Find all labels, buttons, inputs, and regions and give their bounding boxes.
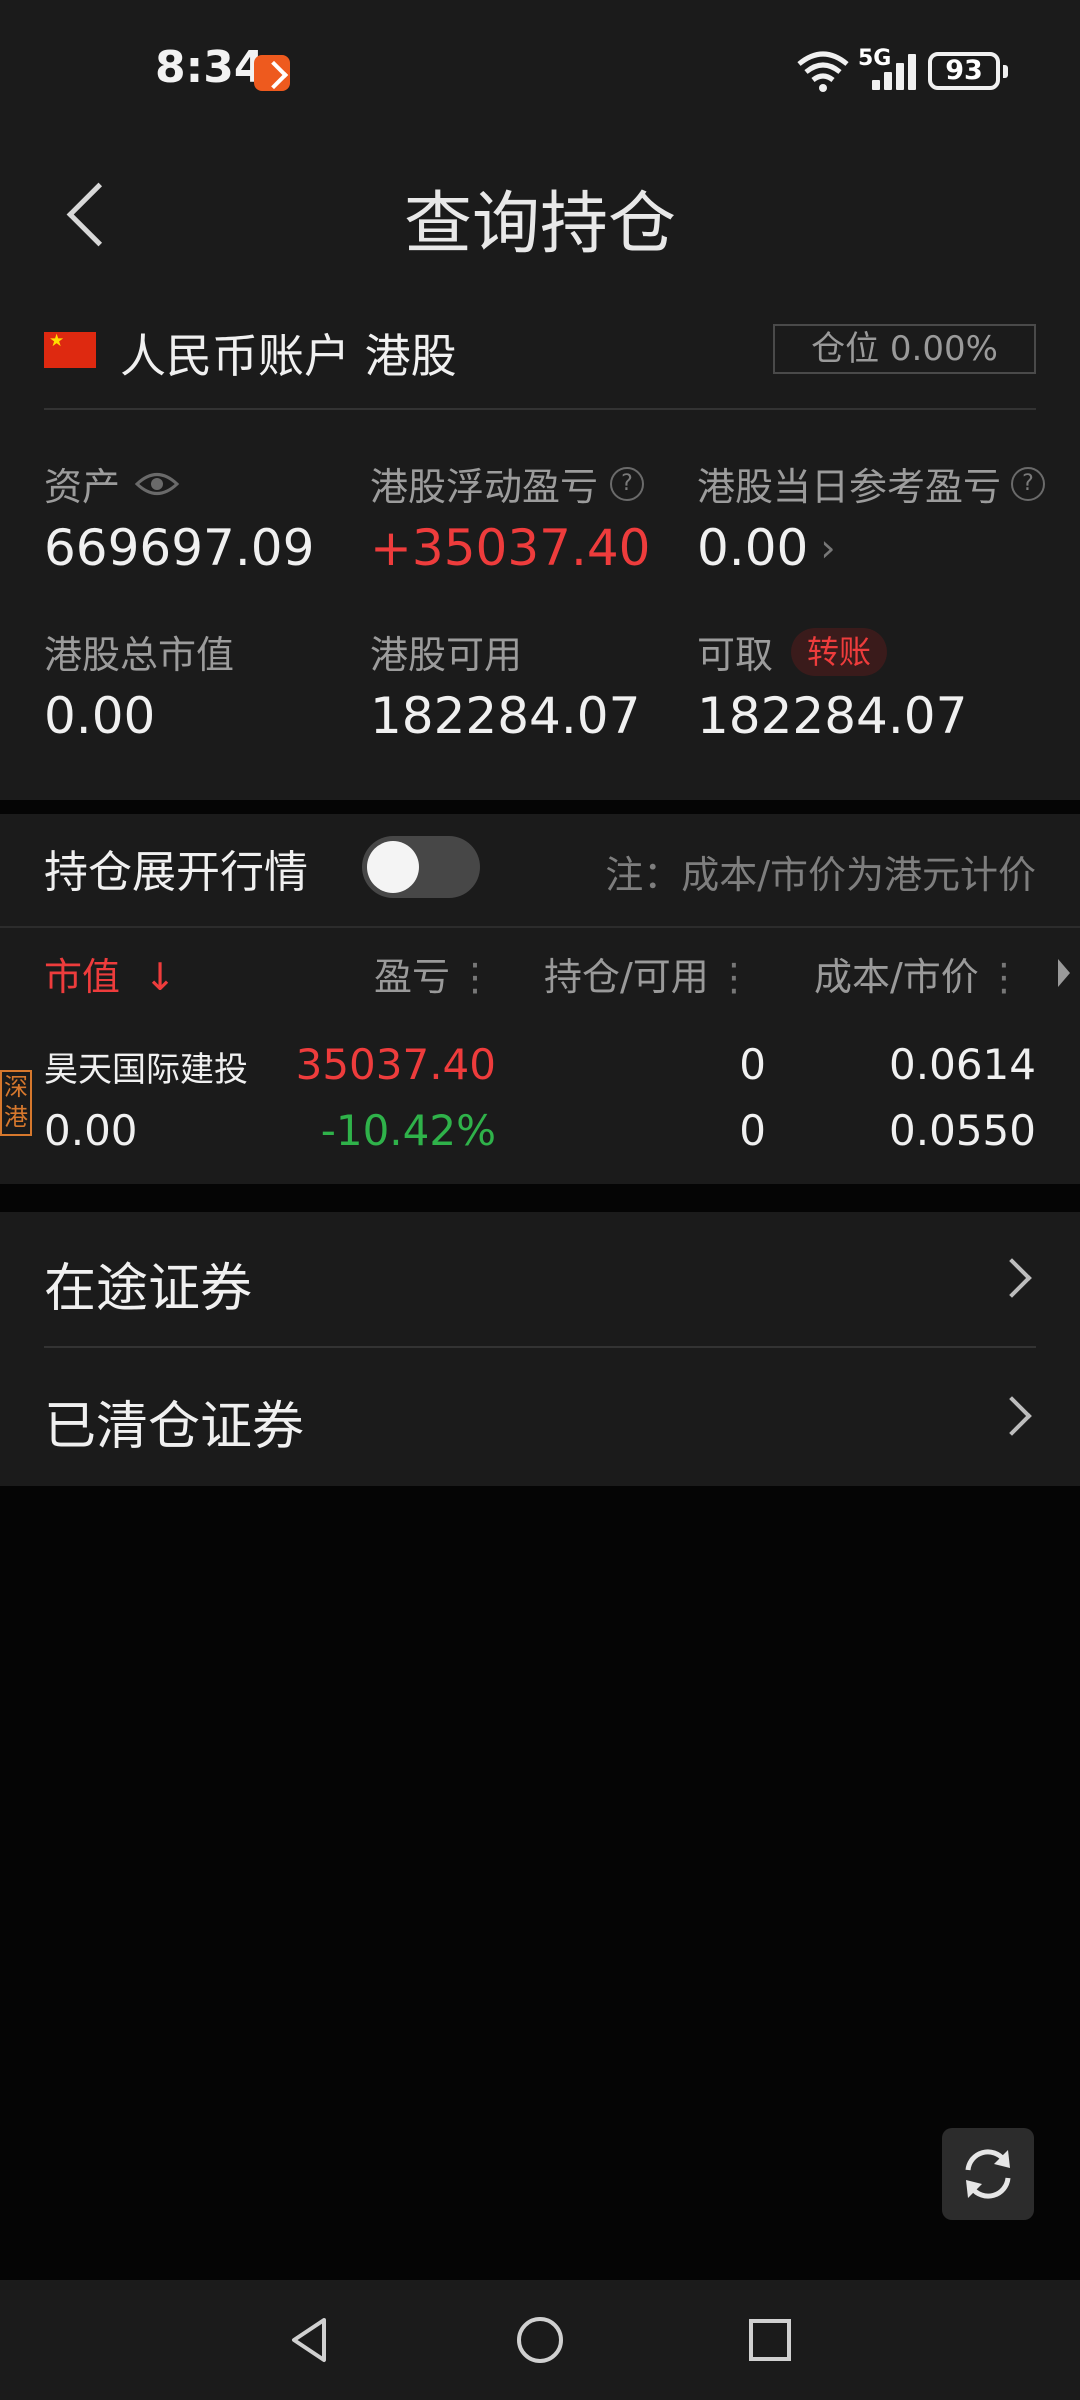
nav-home-icon[interactable]: [510, 2310, 570, 2370]
market-tag: 深港: [0, 1070, 32, 1136]
stock-profit-loss-pct: -10.42%: [320, 1106, 496, 1155]
status-time: 8:34: [155, 42, 265, 93]
chevron-right-small-icon: ›: [820, 526, 836, 570]
list-item-label: 已清仓证券: [44, 1397, 305, 1457]
available-value: 182284.07: [370, 687, 641, 745]
page-title: 查询持仓: [403, 185, 676, 264]
column-holding-available[interactable]: 持仓/可用 ⋮: [544, 946, 753, 1001]
expand-quotes-toggle[interactable]: [362, 836, 480, 898]
stock-holding: 0: [739, 1040, 766, 1089]
column-cost-price[interactable]: 成本/市价 ⋮: [814, 946, 1023, 1001]
expand-quotes-label: 持仓展开行情: [44, 847, 308, 898]
nav-recents-icon[interactable]: [740, 2310, 800, 2370]
stock-market-value: 0.00: [44, 1106, 138, 1155]
transfer-button[interactable]: 转账: [791, 627, 888, 676]
daily-pl-label: 港股当日参考盈亏: [697, 465, 1002, 509]
signal-icon: [872, 52, 918, 90]
float-pl-stat: 港股浮动盈亏 ? +35037.40: [370, 456, 650, 577]
list-item-in-transit[interactable]: 在途证券: [0, 1212, 1080, 1348]
withdrawable-label: 可取: [697, 633, 774, 677]
divider: [0, 926, 1080, 928]
divider: [44, 408, 1036, 410]
list-item-label: 在途证券: [44, 1259, 253, 1319]
daily-pl-stat[interactable]: 港股当日参考盈亏 ? 0.00 ›: [697, 456, 1046, 577]
china-flag-icon: [44, 332, 96, 368]
column-market-value[interactable]: 市值 ↓: [44, 946, 176, 1001]
stock-name[interactable]: 昊天国际建投: [44, 1042, 248, 1091]
refresh-button[interactable]: [942, 2128, 1034, 2220]
position-badge: 仓位 0.00%: [773, 324, 1036, 374]
float-pl-label: 港股浮动盈亏: [370, 465, 599, 509]
list-item-cleared[interactable]: 已清仓证券: [0, 1350, 1080, 1486]
system-nav-bar: [0, 2280, 1080, 2400]
more-icon: ⋮: [456, 955, 495, 999]
account-name[interactable]: 人民币账户 港股: [120, 320, 457, 386]
withdrawable-value: 182284.07: [697, 687, 968, 745]
help-icon[interactable]: ?: [1011, 466, 1046, 501]
available-label: 港股可用: [370, 633, 523, 677]
market-value-label: 港股总市值: [44, 633, 235, 677]
eye-icon[interactable]: [134, 469, 180, 499]
daily-pl-value: 0.00: [697, 519, 809, 577]
assets-value: 669697.09: [44, 519, 315, 577]
stock-available: 0: [739, 1106, 766, 1155]
stock-price: 0.0550: [889, 1106, 1036, 1155]
scroll-right-icon[interactable]: [1058, 959, 1070, 987]
stock-profit-loss: 35037.40: [295, 1040, 496, 1089]
refresh-icon: [965, 2149, 1011, 2199]
column-profit-loss[interactable]: 盈亏 ⋮: [374, 946, 494, 1001]
app-header: 查询持仓: [0, 140, 1080, 280]
assets-stat: 资产 669697.09: [44, 456, 314, 577]
more-icon: ⋮: [984, 955, 1023, 999]
nav-back-icon[interactable]: [280, 2310, 340, 2370]
securities-list: 在途证券 已清仓证券: [0, 1212, 1080, 1486]
toggle-knob: [367, 841, 419, 893]
notification-app-icon: [254, 55, 290, 91]
market-value-value: 0.00: [44, 687, 156, 745]
divider: [44, 1346, 1036, 1348]
assets-label: 资产: [44, 465, 121, 509]
withdrawable-stat: 可取 转账 182284.07: [697, 624, 967, 745]
status-bar: 8:34 5G 93: [0, 0, 1080, 140]
battery-indicator: 93: [928, 52, 1008, 90]
chevron-right-icon: [992, 1396, 1032, 1436]
currency-note: 注：成本/市价为港元计价: [605, 853, 1036, 897]
stock-cost: 0.0614: [889, 1040, 1036, 1089]
available-stat: 港股可用 182284.07: [370, 624, 640, 745]
help-icon[interactable]: ?: [610, 466, 645, 501]
holdings-panel: 持仓展开行情 注：成本/市价为港元计价 市值 ↓ 盈亏 ⋮ 持仓/可用 ⋮ 成本/市…: [0, 814, 1080, 1184]
more-icon: ⋮: [714, 955, 753, 999]
sort-desc-icon: ↓: [144, 955, 176, 999]
float-pl-value: +35037.40: [370, 519, 651, 577]
market-value-stat: 港股总市值 0.00: [44, 624, 234, 745]
chevron-right-icon: [992, 1258, 1032, 1298]
wifi-icon: [797, 51, 849, 92]
account-summary: 人民币账户 港股 仓位 0.00% 资产 669697.09 港股浮动盈亏 ? …: [0, 280, 1080, 800]
